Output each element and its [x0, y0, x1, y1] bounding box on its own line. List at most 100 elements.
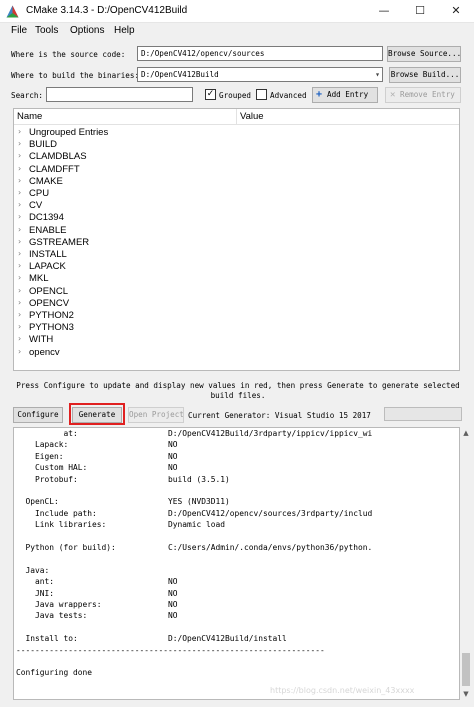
chevron-right-icon[interactable]: ›	[18, 298, 21, 307]
tree-row[interactable]: › opencv	[14, 347, 459, 359]
chevron-right-icon[interactable]: ›	[18, 334, 21, 343]
advanced-label: Advanced	[270, 91, 307, 100]
chevron-right-icon[interactable]: ›	[18, 176, 21, 185]
log-line: Link libraries: Dynamic load	[16, 520, 226, 530]
scrollbar-thumb[interactable]	[462, 653, 470, 686]
current-generator-label: Current Generator: Visual Studio 15 2017	[188, 411, 371, 420]
log-line: Java wrappers: NO	[16, 600, 178, 609]
chevron-right-icon[interactable]: ›	[18, 200, 21, 209]
grouped-checkbox[interactable]: ✓	[205, 89, 216, 100]
tree-row-label: Ungrouped Entries	[29, 127, 109, 138]
chevron-right-icon[interactable]: ›	[18, 286, 21, 295]
menu-file[interactable]: File	[11, 25, 27, 36]
column-value-header[interactable]: Value	[240, 111, 264, 122]
watermark: https://blog.csdn.net/weixin_43xxxx	[270, 686, 415, 695]
scroll-up-icon[interactable]: ▲	[460, 427, 472, 439]
chevron-right-icon[interactable]: ›	[18, 164, 21, 173]
tree-row[interactable]: › PYTHON2	[14, 310, 459, 322]
chevron-right-icon[interactable]: ›	[18, 188, 21, 197]
build-path-combo[interactable]: D:/OpenCV412Build ▾	[137, 67, 383, 82]
source-path-input[interactable]: D:/OpenCV412/opencv/sources	[137, 46, 383, 61]
output-log[interactable]: at: D:/OpenCV412Build/3rdparty/ippicv/ip…	[13, 427, 460, 700]
x-icon: ✕	[390, 90, 396, 100]
tree-row[interactable]: › Ungrouped Entries	[14, 127, 459, 139]
log-line: Custom HAL: NO	[16, 463, 178, 473]
title-bar: CMake 3.14.3 - D:/OpenCV412Build — ☐ ✕	[0, 0, 474, 23]
tree-row-label: MKL	[29, 273, 49, 285]
scroll-down-icon[interactable]: ▼	[460, 688, 472, 700]
menu-bar: File Tools Options Help	[0, 23, 474, 40]
add-entry-button[interactable]: + Add Entry	[312, 87, 378, 103]
remove-entry-button[interactable]: ✕ Remove Entry	[385, 87, 461, 103]
tree-row[interactable]: › CLAMDBLAS	[14, 151, 459, 163]
chevron-right-icon[interactable]: ›	[18, 347, 21, 356]
tree-row[interactable]: › CMAKE	[14, 176, 459, 188]
advanced-checkbox[interactable]	[256, 89, 267, 100]
search-input[interactable]	[46, 87, 193, 102]
tree-row[interactable]: › DC1394	[14, 212, 459, 224]
log-line: Install to: D:/OpenCV412Build/install	[16, 634, 287, 644]
tree-row-label: BUILD	[29, 139, 57, 151]
tree-row[interactable]: › OPENCV	[14, 298, 459, 310]
chevron-right-icon[interactable]: ›	[18, 139, 21, 148]
chevron-right-icon[interactable]: ›	[18, 127, 21, 136]
maximize-button[interactable]: ☐	[402, 0, 438, 23]
highlight-box	[69, 403, 125, 425]
chevron-right-icon[interactable]: ›	[18, 249, 21, 258]
tree-row[interactable]: › INSTALL	[14, 249, 459, 261]
tree-row-label: LAPACK	[29, 261, 66, 273]
chevron-right-icon[interactable]: ›	[18, 273, 21, 282]
configure-button[interactable]: Configure	[13, 407, 63, 423]
log-line: ant: NO	[16, 577, 178, 587]
tree-row[interactable]: › WITH	[14, 334, 459, 346]
tree-row[interactable]: › LAPACK	[14, 261, 459, 273]
cmake-icon	[6, 5, 19, 18]
cache-tree[interactable]: Name Value › Ungrouped Entries › BUILD › CLAM…	[13, 108, 460, 371]
tree-row[interactable]: › PYTHON3	[14, 322, 459, 334]
tree-row[interactable]: › CV	[14, 200, 459, 212]
close-button[interactable]: ✕	[438, 0, 474, 23]
tree-row-label: OPENCL	[29, 285, 69, 297]
log-line: Eigen: NO	[16, 451, 178, 461]
minimize-button[interactable]: —	[366, 0, 402, 23]
tree-row[interactable]: › BUILD	[14, 139, 459, 151]
build-label: Where to build the binaries:	[11, 71, 140, 80]
chevron-right-icon[interactable]: ›	[18, 322, 21, 331]
output-scrollbar[interactable]: ▲ ▼	[460, 427, 472, 700]
chevron-right-icon[interactable]: ›	[18, 237, 21, 246]
tree-row-label: CLAMDBLAS	[29, 151, 87, 163]
chevron-down-icon[interactable]: ▾	[375, 68, 380, 81]
menu-options[interactable]: Options	[70, 25, 104, 36]
chevron-right-icon[interactable]: ›	[18, 212, 21, 221]
log-line: Include path: D:/OpenCV412/opencv/source…	[16, 508, 373, 518]
grouped-label: Grouped	[219, 91, 252, 100]
menu-help[interactable]: Help	[114, 25, 135, 36]
tree-row[interactable]: › CLAMDFFT	[14, 164, 459, 176]
browse-source-button[interactable]: Browse Source...	[387, 46, 461, 62]
tree-row[interactable]: › CPU	[14, 188, 459, 200]
log-line: JNI: NO	[16, 588, 178, 598]
tree-row-label: CV	[29, 200, 43, 212]
log-line: OpenCL: YES (NVD3D11)	[16, 497, 230, 507]
chevron-right-icon[interactable]: ›	[18, 225, 21, 234]
tree-row-label: INSTALL	[29, 249, 67, 260]
tree-row[interactable]: › OPENCL	[14, 286, 459, 298]
open-project-button[interactable]: Open Project	[128, 407, 184, 423]
window-title: CMake 3.14.3 - D:/OpenCV412Build	[26, 5, 188, 16]
chevron-right-icon[interactable]: ›	[18, 261, 21, 270]
log-line: Java tests: NO	[16, 611, 178, 621]
menu-tools[interactable]: Tools	[35, 25, 58, 36]
chevron-right-icon[interactable]: ›	[18, 310, 21, 319]
tree-row[interactable]: › GSTREAMER	[14, 237, 459, 249]
remove-entry-label: Remove Entry	[400, 90, 455, 99]
chevron-right-icon[interactable]: ›	[18, 151, 21, 160]
browse-build-button[interactable]: Browse Build...	[389, 67, 461, 83]
log-line: Python (for build): C:/Users/Admin/.cond…	[16, 543, 373, 552]
column-divider[interactable]	[236, 109, 237, 125]
log-line: Protobuf: build (3.5.1)	[16, 474, 230, 484]
tree-row[interactable]: › MKL	[14, 273, 459, 285]
tree-row[interactable]: › ENABLE	[14, 225, 459, 237]
column-name-header[interactable]: Name	[17, 111, 42, 122]
add-entry-label: Add Entry	[327, 90, 369, 99]
